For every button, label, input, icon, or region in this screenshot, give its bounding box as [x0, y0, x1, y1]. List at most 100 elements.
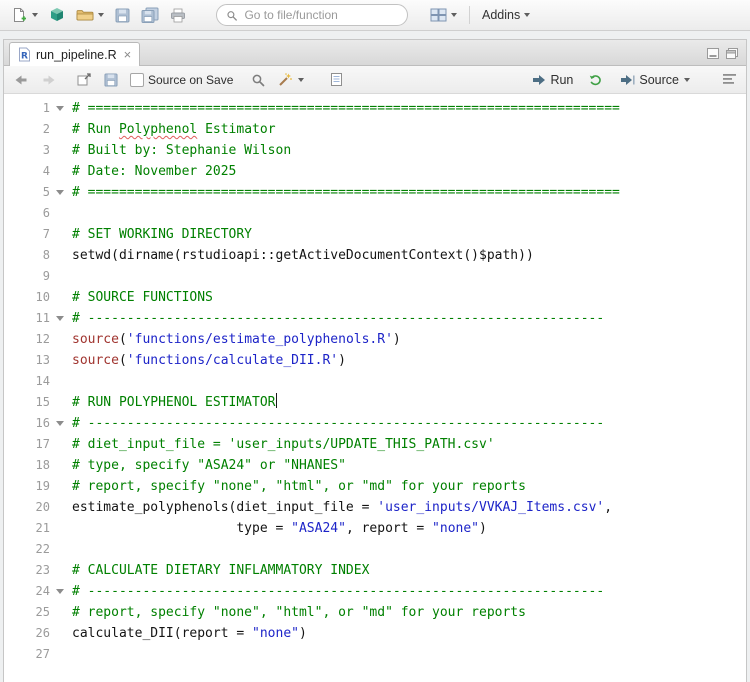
- code-line[interactable]: 23 # CALCULATE DIETARY INFLAMMATORY INDEX: [4, 560, 746, 581]
- line-number: 12: [35, 332, 50, 346]
- code-line[interactable]: 16 # ------------------------------------…: [4, 413, 746, 434]
- pane-layout-button[interactable]: [427, 3, 460, 27]
- code-line[interactable]: 2 # Run Polyphenol Estimator: [4, 119, 746, 140]
- gutter-spacer: [50, 539, 72, 560]
- gutter-spacer: [50, 434, 72, 455]
- code-line[interactable]: 15 # RUN POLYPHENOL ESTIMATOR: [4, 392, 746, 413]
- code-text: # SET WORKING DIRECTORY: [72, 227, 253, 242]
- code-text: # ======================================…: [72, 101, 620, 116]
- code-line[interactable]: 7 # SET WORKING DIRECTORY: [4, 224, 746, 245]
- line-number: 8: [42, 248, 50, 262]
- minimize-pane-icon[interactable]: [707, 48, 719, 59]
- panes-grid-icon: [430, 8, 447, 22]
- code-line[interactable]: 21 type = "ASA24", report = "none"): [4, 518, 746, 539]
- code-line[interactable]: 10 # SOURCE FUNCTIONS: [4, 287, 746, 308]
- code-editor[interactable]: 1 # =====================================…: [4, 94, 746, 682]
- source-button[interactable]: Source: [618, 72, 692, 88]
- code-line[interactable]: 11 # ------------------------------------…: [4, 308, 746, 329]
- chevron-down-icon: [451, 13, 457, 17]
- source-arrow-icon: [621, 74, 635, 85]
- code-line[interactable]: 27: [4, 644, 746, 665]
- fold-arrow-icon[interactable]: [50, 308, 72, 329]
- code-line[interactable]: 19 # report, specify "none", "html", or "…: [4, 476, 746, 497]
- line-number: 1: [42, 101, 50, 115]
- code-text: setwd(dirname(rstudioapi::getActiveDocum…: [72, 248, 534, 263]
- gutter-spacer: [50, 644, 72, 665]
- code-line[interactable]: 9: [4, 266, 746, 287]
- code-line[interactable]: 13 source('functions/calculate_DII.R'): [4, 350, 746, 371]
- close-icon[interactable]: ×: [124, 48, 132, 61]
- line-number: 26: [35, 626, 50, 640]
- code-line[interactable]: 22: [4, 539, 746, 560]
- code-line[interactable]: 3 # Built by: Stephanie Wilson: [4, 140, 746, 161]
- code-text: source('functions/estimate_polyphenols.R…: [72, 332, 401, 347]
- code-line[interactable]: 25 # report, specify "none", "html", or "…: [4, 602, 746, 623]
- line-number: 7: [42, 227, 50, 241]
- code-line[interactable]: 18 # type, specify "ASA24" or "NHANES": [4, 455, 746, 476]
- line-number: 3: [42, 143, 50, 157]
- line-number: 22: [35, 542, 50, 556]
- maximize-pane-icon[interactable]: [726, 48, 738, 59]
- fold-arrow-icon[interactable]: [50, 581, 72, 602]
- fold-arrow-icon[interactable]: [50, 413, 72, 434]
- tab-title: run_pipeline.R: [36, 47, 117, 62]
- popout-window-button[interactable]: [75, 72, 94, 87]
- code-text: # Built by: Stephanie Wilson: [72, 143, 292, 158]
- gutter-spacer: [50, 203, 72, 224]
- code-line[interactable]: 24 # ------------------------------------…: [4, 581, 746, 602]
- new-project-button[interactable]: [46, 3, 68, 27]
- rerun-refresh-icon: [590, 74, 602, 85]
- code-line[interactable]: 26 calculate_DII(report = "none"): [4, 623, 746, 644]
- tab-run-pipeline[interactable]: R run_pipeline.R ×: [9, 42, 141, 66]
- rerun-previous-button[interactable]: [587, 72, 606, 88]
- outline-list-icon: [723, 74, 736, 84]
- code-line[interactable]: 12 source('functions/estimate_polyphenols…: [4, 329, 746, 350]
- document-outline-button[interactable]: [720, 72, 739, 87]
- gutter-spacer: [50, 392, 72, 413]
- gutter-spacer: [50, 455, 72, 476]
- line-number: 19: [35, 479, 50, 493]
- chevron-down-icon: [524, 13, 531, 17]
- line-number: 17: [35, 437, 50, 451]
- find-replace-button[interactable]: [249, 72, 267, 88]
- code-line[interactable]: 4 # Date: November 2025: [4, 161, 746, 182]
- run-button[interactable]: Run: [529, 72, 575, 88]
- code-line[interactable]: 5 # =====================================…: [4, 182, 746, 203]
- chevron-down-icon: [298, 77, 305, 82]
- addins-button[interactable]: Addins: [479, 3, 533, 27]
- code-text: estimate_polyphenols(diet_input_file = '…: [72, 500, 613, 515]
- code-line[interactable]: 6: [4, 203, 746, 224]
- open-file-button[interactable]: [73, 3, 107, 27]
- source-on-save-checkbox[interactable]: [130, 72, 144, 87]
- compile-report-button[interactable]: [328, 71, 345, 88]
- forward-button[interactable]: [39, 72, 59, 88]
- line-number: 20: [35, 500, 50, 514]
- save-all-icon: [141, 7, 159, 23]
- save-button[interactable]: [112, 3, 133, 27]
- new-project-icon: [51, 8, 63, 21]
- print-button[interactable]: [167, 3, 189, 27]
- addins-label: Addins: [482, 8, 521, 22]
- open-folder-icon: [76, 10, 94, 21]
- save-all-button[interactable]: [138, 3, 162, 27]
- line-number: 23: [35, 563, 50, 577]
- code-line[interactable]: 1 # =====================================…: [4, 98, 746, 119]
- run-source-group: Run Source: [529, 72, 739, 88]
- code-line[interactable]: 20 estimate_polyphenols(diet_input_file =…: [4, 497, 746, 518]
- source-on-save-toggle[interactable]: Source on Save: [128, 72, 235, 88]
- goto-file-search[interactable]: [216, 4, 408, 26]
- chevron-down-icon: [684, 77, 690, 82]
- code-line[interactable]: 17 # diet_input_file = 'user_inputs/UPDAT…: [4, 434, 746, 455]
- back-button[interactable]: [11, 72, 31, 88]
- search-icon: [227, 10, 237, 21]
- code-line[interactable]: 8 setwd(dirname(rstudioapi::getActiveDocu…: [4, 245, 746, 266]
- goto-file-input[interactable]: [242, 7, 398, 23]
- code-line[interactable]: 14: [4, 371, 746, 392]
- save-document-button[interactable]: [102, 72, 120, 88]
- code-tools-button[interactable]: [275, 71, 306, 88]
- code-text: # --------------------------------------…: [72, 584, 605, 599]
- fold-arrow-icon[interactable]: [50, 182, 72, 203]
- fold-arrow-icon[interactable]: [50, 98, 72, 119]
- new-file-button[interactable]: [8, 3, 41, 27]
- code-text: # ======================================…: [72, 185, 620, 200]
